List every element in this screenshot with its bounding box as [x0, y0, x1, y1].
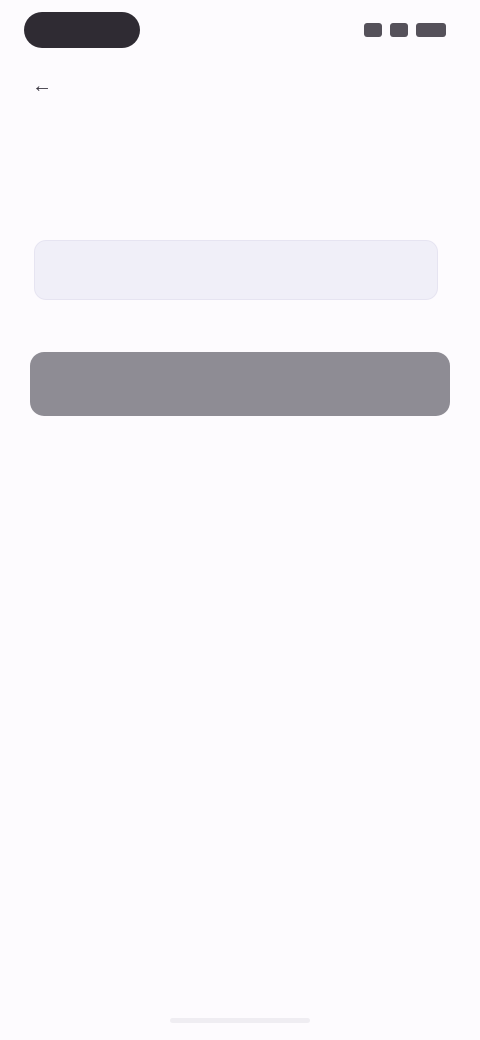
text-input-field[interactable]	[34, 240, 438, 300]
status-time-pill	[24, 12, 140, 48]
login-screen: ←	[0, 0, 480, 1040]
back-button[interactable]: ←	[26, 70, 58, 102]
status-icons	[346, 20, 446, 40]
status-bar	[0, 0, 480, 60]
primary-button[interactable]	[30, 352, 450, 416]
battery-icon	[416, 23, 446, 37]
signal-icon	[364, 23, 382, 37]
back-arrow-icon: ←	[32, 74, 52, 97]
wifi-icon	[390, 23, 408, 37]
home-indicator	[170, 1018, 310, 1023]
